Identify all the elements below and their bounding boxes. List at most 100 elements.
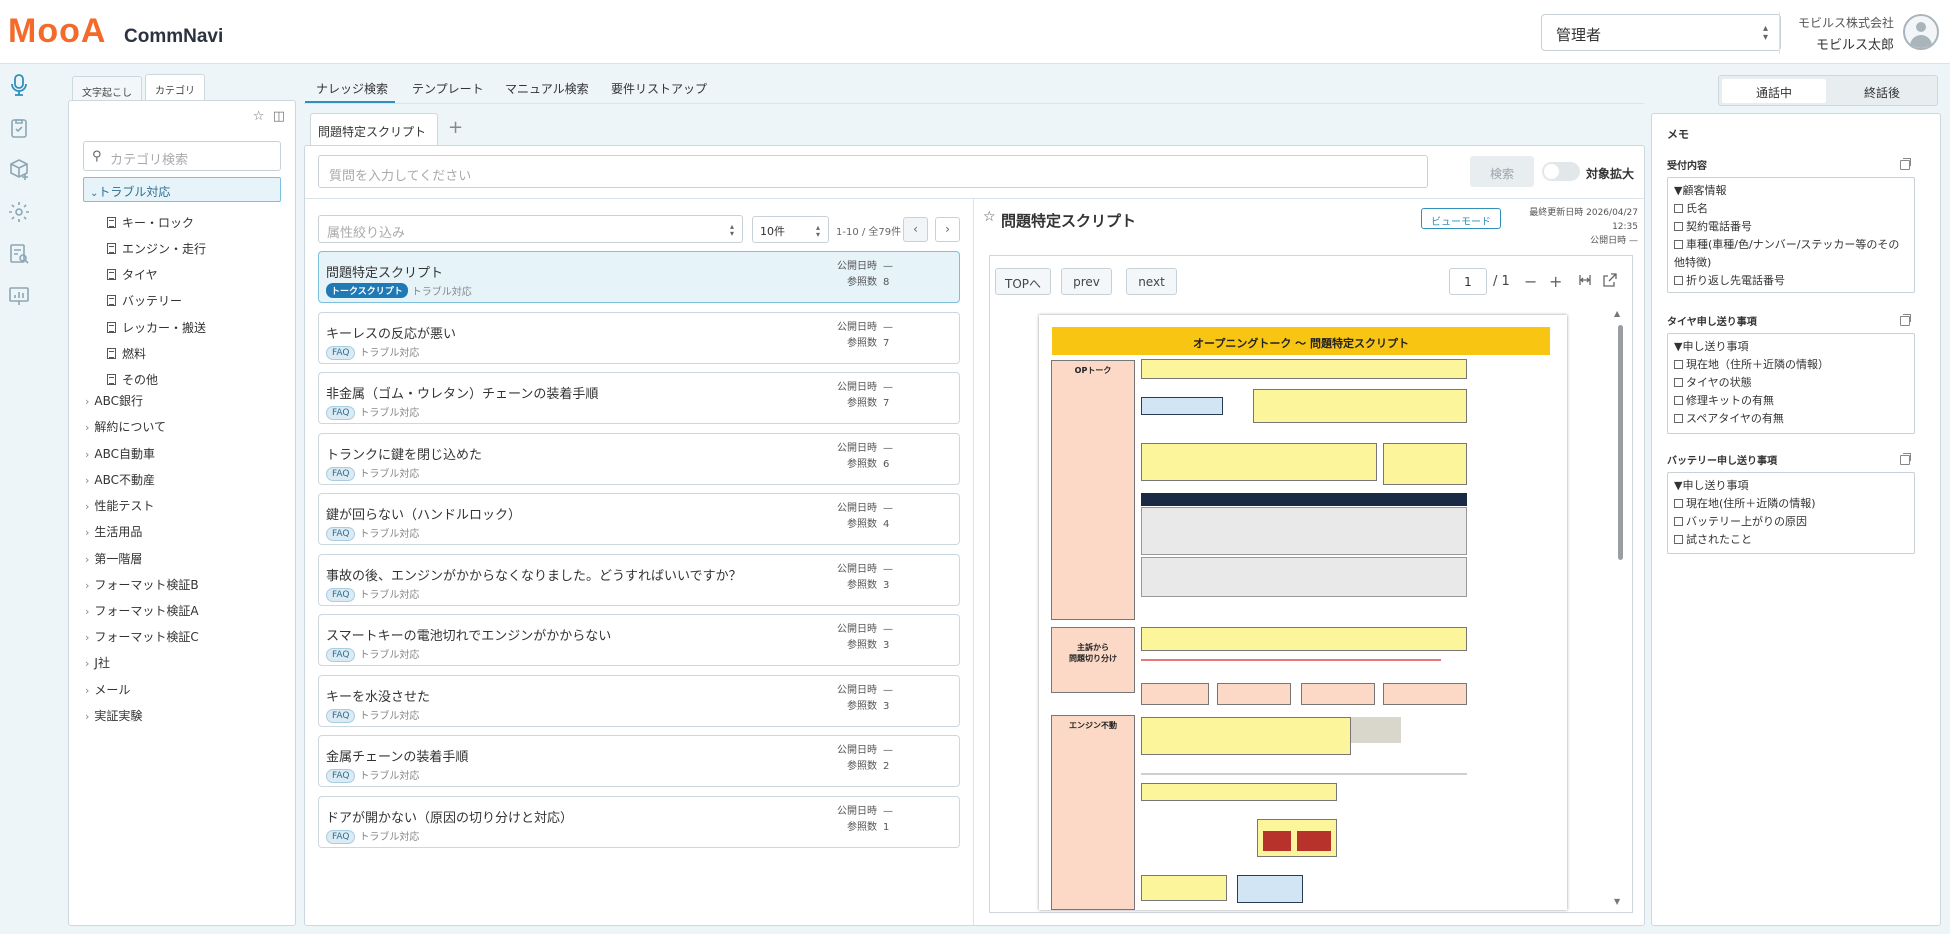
page-size-select[interactable]: 10件 ▴ ▾: [752, 216, 829, 243]
collapse-panel-icon[interactable]: ◫: [273, 109, 285, 124]
tree-child[interactable]: タイヤ: [107, 266, 158, 283]
add-tab-icon[interactable]: +: [448, 117, 463, 138]
expand-target-toggle[interactable]: [1542, 162, 1580, 181]
cube-add-icon[interactable]: [7, 158, 31, 182]
gear-icon[interactable]: [7, 200, 31, 224]
result-item[interactable]: 非金属（ゴム・ウレタン）チェーンの装着手順 FAQ トラブル対応 公開日時 — 参照数 7: [318, 372, 960, 424]
tree-child[interactable]: バッテリー: [107, 292, 182, 309]
favorite-star-icon[interactable]: ☆: [983, 209, 996, 225]
result-item[interactable]: 鍵が回らない（ハンドルロック） FAQ トラブル対応 公開日時 — 参照数 4: [318, 493, 960, 545]
logo[interactable]: MooA: [8, 12, 106, 51]
memo-section-battery[interactable]: ▼申し送り事項 現在地(住所＋近隣の情報) バッテリー上がりの原因 試されたこと: [1667, 472, 1915, 554]
checkbox[interactable]: [1674, 414, 1683, 423]
clipboard-check-icon[interactable]: [7, 116, 31, 140]
viewer-scrollbar[interactable]: [1618, 325, 1623, 560]
memo-section-title: タイヤ申し送り事項: [1667, 317, 1757, 328]
chevron-right-icon: ›: [85, 631, 90, 644]
fit-width-icon[interactable]: [1577, 272, 1593, 288]
checkbox[interactable]: [1674, 204, 1683, 213]
copy-icon[interactable]: [1900, 453, 1911, 465]
tree-child[interactable]: 燃料: [107, 345, 146, 362]
category-search-input[interactable]: ⚲ カテゴリ検索: [83, 141, 281, 171]
presentation-icon[interactable]: [7, 284, 31, 308]
tree-item[interactable]: › 第一階層: [85, 550, 142, 567]
top-button[interactable]: TOPへ: [995, 268, 1051, 295]
tab-after-call[interactable]: 終話後: [1830, 79, 1934, 103]
memo-section-reception[interactable]: ▼顧客情報 氏名 契約電話番号 車種(車種/色/ナンバー/ステッカー等のその他特…: [1667, 177, 1915, 293]
scroll-down-icon[interactable]: ▼: [1614, 897, 1620, 906]
memo-section-tire[interactable]: ▼申し送り事項 現在地（住所＋近隣の情報） タイヤの状態 修理キットの有無 スペ…: [1667, 333, 1915, 434]
tab-manual-search[interactable]: マニュアル検索: [505, 80, 589, 97]
checkbox[interactable]: [1674, 222, 1683, 231]
zoom-in-icon[interactable]: +: [1549, 272, 1562, 291]
expand-target-label: 対象拡大: [1586, 167, 1635, 181]
search-button[interactable]: 検索: [1470, 156, 1534, 187]
result-item[interactable]: スマートキーの電池切れでエンジンがかからない FAQ トラブル対応 公開日時 — 参照数 3: [318, 614, 960, 666]
memo-line: ▼申し送り事項: [1674, 340, 1749, 353]
checkbox[interactable]: [1674, 378, 1683, 387]
result-item[interactable]: トランクに鍵を閉じ込めた FAQ トラブル対応 公開日時 — 参照数 6: [318, 433, 960, 485]
tree-item[interactable]: › フォーマット検証B: [85, 576, 199, 593]
tab-in-call[interactable]: 通話中: [1722, 79, 1826, 103]
views-label: 参照数: [847, 580, 877, 591]
copy-icon[interactable]: [1900, 314, 1911, 326]
prev-button[interactable]: prev: [1061, 268, 1112, 295]
result-title: 事故の後、エンジンがかからなくなりました。どうすればいいですか？: [326, 569, 742, 584]
prev-page-button[interactable]: ‹: [903, 217, 928, 242]
tab-transcription[interactable]: 文字起こし: [72, 76, 142, 101]
zoom-out-icon[interactable]: −: [1524, 272, 1537, 291]
tree-item[interactable]: › フォーマット検証A: [85, 602, 199, 619]
published-label: 公開日時: [837, 443, 877, 454]
next-page-button[interactable]: ›: [935, 217, 960, 242]
star-icon[interactable]: ☆: [253, 109, 265, 124]
tree-item[interactable]: › J社: [85, 654, 110, 671]
tree-child[interactable]: レッカー・搬送: [107, 319, 206, 336]
result-item[interactable]: キーレスの反応が悪い FAQ トラブル対応 公開日時 — 参照数 7: [318, 312, 960, 364]
view-mode-button[interactable]: ビューモード: [1421, 208, 1501, 229]
checkbox[interactable]: [1674, 499, 1683, 508]
next-button[interactable]: next: [1126, 268, 1177, 295]
tree-item-selected[interactable]: ⌄トラブル対応: [83, 177, 281, 202]
tree-item[interactable]: › 性能テスト: [85, 497, 154, 514]
tab-category[interactable]: カテゴリ: [145, 74, 205, 101]
tree-item[interactable]: › メール: [85, 681, 130, 698]
tree-child[interactable]: エンジン・走行: [107, 240, 206, 257]
result-item[interactable]: キーを水没させた FAQ トラブル対応 公開日時 — 参照数 3: [318, 675, 960, 727]
scroll-up-icon[interactable]: ▲: [1614, 309, 1620, 318]
result-item[interactable]: ドアが開かない（原因の切り分けと対応） FAQ トラブル対応 公開日時 — 参照数 1: [318, 796, 960, 848]
tree-item[interactable]: › 生活用品: [85, 523, 142, 540]
checkbox[interactable]: [1674, 360, 1683, 369]
tree-item[interactable]: › ABC不動産: [85, 471, 155, 488]
subtab-script[interactable]: 問題特定スクリプト: [310, 113, 438, 146]
document-dates: 最終更新日時 2026/04/27 12:35 公開日時 —: [1507, 206, 1638, 248]
open-external-icon[interactable]: [1602, 272, 1618, 288]
result-item[interactable]: 事故の後、エンジンがかからなくなりました。どうすればいいですか？ FAQ トラブル対…: [318, 554, 960, 606]
attribute-filter-select[interactable]: 属性絞り込み ▴ ▾: [318, 215, 743, 243]
tree-item[interactable]: › ABC自動車: [85, 445, 155, 462]
checkbox[interactable]: [1674, 517, 1683, 526]
tab-template[interactable]: テンプレート: [412, 80, 484, 97]
checkbox[interactable]: [1674, 240, 1683, 249]
warning-light-image: [1263, 831, 1291, 851]
checkbox[interactable]: [1674, 276, 1683, 285]
result-item[interactable]: 問題特定スクリプト トークスクリプト トラブル対応 公開日時 — 参照数 8: [318, 251, 960, 303]
tree-item[interactable]: › 実証実験: [85, 707, 142, 724]
question-input[interactable]: 質問を入力してください: [318, 155, 1428, 188]
role-select[interactable]: 管理者 ▴ ▾: [1541, 14, 1781, 51]
result-item[interactable]: 金属チェーンの装着手順 FAQ トラブル対応 公開日時 — 参照数 2: [318, 735, 960, 787]
avatar[interactable]: [1903, 14, 1939, 50]
page-number-input[interactable]: 1: [1449, 268, 1487, 295]
checkbox[interactable]: [1674, 535, 1683, 544]
tree-item[interactable]: › フォーマット検証C: [85, 628, 199, 645]
tab-requirements-list[interactable]: 要件リストアップ: [611, 80, 707, 97]
microphone-icon[interactable]: [7, 73, 31, 97]
published-label: 公開日時: [837, 624, 877, 635]
document-search-icon[interactable]: [7, 242, 31, 266]
tree-item[interactable]: › 解約について: [85, 418, 166, 435]
tree-child[interactable]: キー・ロック: [107, 214, 194, 231]
tree-child[interactable]: その他: [107, 371, 158, 388]
copy-icon[interactable]: [1900, 158, 1911, 170]
tree-item[interactable]: › ABC銀行: [85, 392, 143, 409]
checkbox[interactable]: [1674, 396, 1683, 405]
tab-knowledge-search[interactable]: ナレッジ検索: [316, 80, 388, 97]
